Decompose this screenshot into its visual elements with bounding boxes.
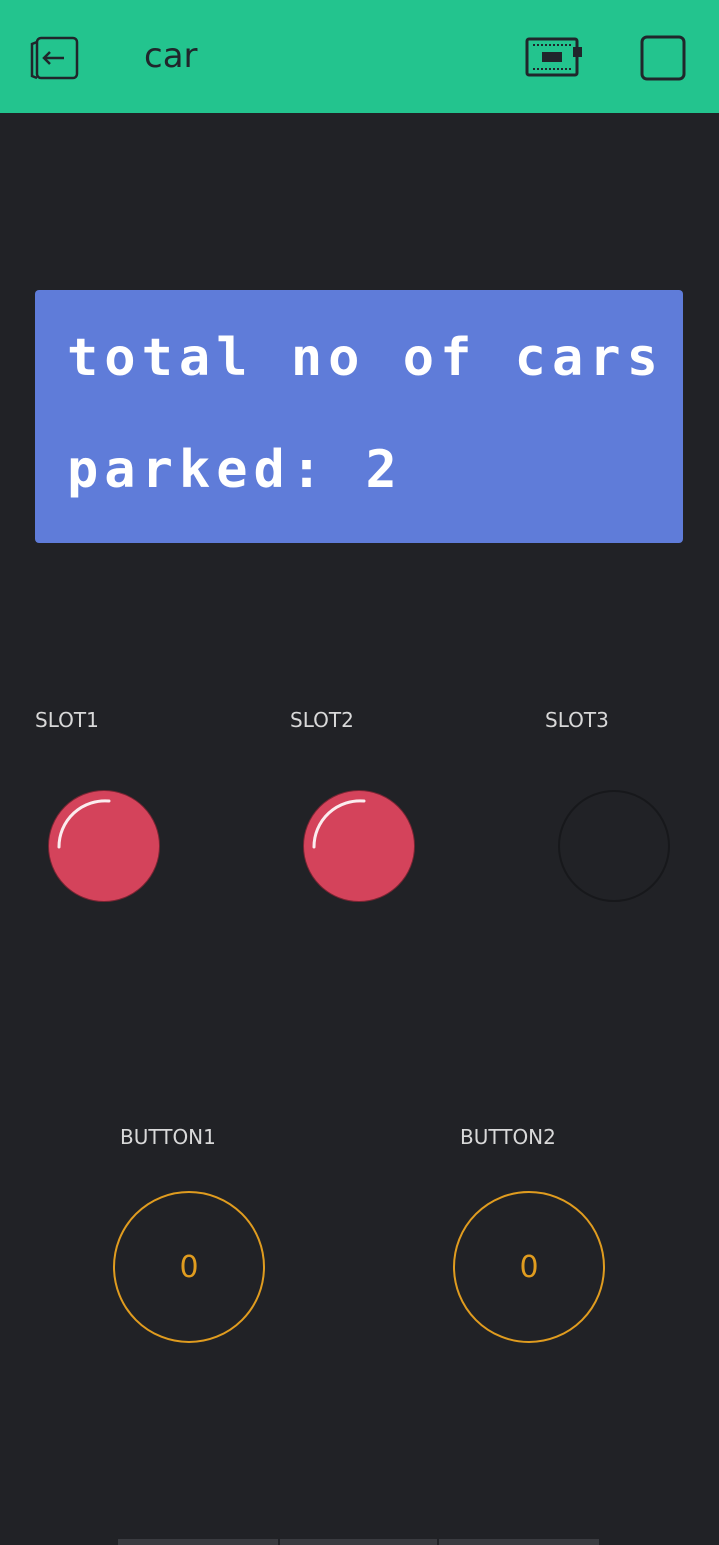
button2-value: 0 [519,1249,539,1285]
exit-icon [30,36,79,80]
device-board-icon [525,37,582,77]
button1-value: 0 [179,1249,199,1285]
project-title: car [144,36,198,76]
lcd-line-1: total no of cars [67,328,664,388]
button2[interactable]: 0 [453,1191,605,1343]
button1[interactable]: 0 [113,1191,265,1343]
slot1-label: SLOT1 [35,708,99,732]
slot1-led[interactable] [48,790,160,902]
stop-square-icon [640,35,686,81]
lcd-line-2: parked: 2 [67,440,403,500]
device-button[interactable] [524,34,584,80]
button2-label: BUTTON2 [460,1125,556,1149]
exit-project-button[interactable] [28,32,82,84]
led-highlight [312,799,366,849]
app-header: car [0,0,719,113]
button1-label: BUTTON1 [120,1125,216,1149]
stop-button[interactable] [640,35,686,81]
bottom-tab-2[interactable] [280,1539,437,1545]
slot3-label: SLOT3 [545,708,609,732]
bottom-tab-3[interactable] [439,1539,599,1545]
led-highlight [57,799,111,849]
bottom-tab-1[interactable] [118,1539,278,1545]
app-screen: car total no of cars parked: 2 SLOT1 SLO… [0,0,719,1545]
slot2-led[interactable] [303,790,415,902]
slot2-label: SLOT2 [290,708,354,732]
slot3-led[interactable] [558,790,670,902]
lcd-display[interactable]: total no of cars parked: 2 [35,290,683,543]
